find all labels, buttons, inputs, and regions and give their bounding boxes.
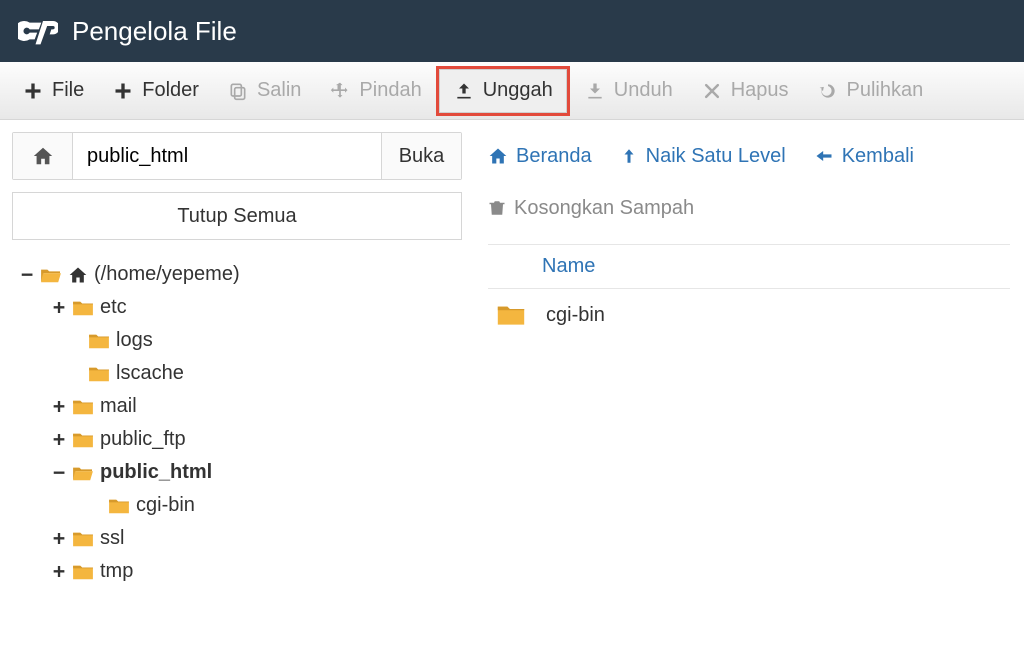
expand-icon[interactable]: +: [52, 423, 66, 456]
tree-label: ssl: [100, 522, 124, 555]
arrow-up-icon: [620, 146, 638, 166]
expand-icon[interactable]: +: [52, 390, 66, 423]
go-button[interactable]: Buka: [381, 133, 461, 179]
folder-icon: [88, 332, 110, 350]
tree-root-label: (/home/yepeme): [94, 258, 240, 291]
beranda-link[interactable]: Beranda: [488, 145, 592, 168]
download-button[interactable]: Unduh: [570, 62, 687, 120]
tree-item-public-ftp[interactable]: + public_ftp: [12, 423, 462, 456]
tree-label: cgi-bin: [136, 489, 195, 522]
toolbar: File Folder Salin Pindah Unggah Unduh: [0, 62, 1024, 120]
new-file-button[interactable]: File: [8, 62, 98, 120]
plus-icon: [22, 80, 44, 102]
close-all-button[interactable]: Tutup Semua: [12, 192, 462, 240]
tree-label: public_html: [100, 456, 212, 489]
tree-item-cgi-bin[interactable]: cgi-bin: [12, 489, 462, 522]
copy-label: Salin: [257, 79, 301, 102]
expand-icon[interactable]: +: [52, 291, 66, 324]
tree-label: etc: [100, 291, 127, 324]
delete-label: Hapus: [731, 79, 789, 102]
up-label: Naik Satu Level: [646, 145, 786, 168]
collapse-icon[interactable]: −: [20, 258, 34, 291]
tree-label: tmp: [100, 555, 133, 588]
tree-item-lscache[interactable]: lscache: [12, 357, 462, 390]
folder-icon: [72, 431, 94, 449]
collapse-icon[interactable]: −: [52, 456, 66, 489]
new-folder-button[interactable]: Folder: [98, 62, 213, 120]
tree-item-etc[interactable]: + etc: [12, 291, 462, 324]
folder-open-icon: [72, 464, 94, 482]
empty-trash-label: Kosongkan Sampah: [514, 197, 694, 220]
app-header: Pengelola File: [0, 0, 1024, 62]
copy-icon: [227, 80, 249, 102]
path-input[interactable]: [73, 133, 381, 179]
expand-icon[interactable]: +: [52, 555, 66, 588]
folder-tree: − (/home/yepeme) + etc logs: [12, 258, 462, 588]
delete-icon: [701, 80, 723, 102]
download-icon: [584, 80, 606, 102]
restore-label: Pulihkan: [847, 79, 924, 102]
folder-icon: [72, 563, 94, 581]
right-panel: Beranda Naik Satu Level Kembali Kosongka…: [474, 120, 1024, 653]
delete-button[interactable]: Hapus: [687, 62, 803, 120]
home-icon: [32, 145, 54, 167]
folder-icon: [72, 398, 94, 416]
restore-icon: [817, 80, 839, 102]
tree-label: public_ftp: [100, 423, 186, 456]
folder-icon: [72, 299, 94, 317]
folder-open-icon: [40, 266, 62, 284]
beranda-label: Beranda: [516, 145, 592, 168]
back-link[interactable]: Kembali: [814, 145, 914, 168]
file-name: cgi-bin: [546, 304, 605, 327]
folder-icon: [88, 365, 110, 383]
tree-item-public-html[interactable]: − public_html: [12, 456, 462, 489]
file-row[interactable]: cgi-bin: [488, 289, 1010, 327]
folder-icon: [496, 303, 526, 327]
right-actions-row1: Beranda Naik Satu Level Kembali: [488, 132, 1010, 180]
path-bar: Buka: [12, 132, 462, 180]
upload-button[interactable]: Unggah: [436, 66, 570, 116]
home-icon: [488, 146, 508, 166]
right-actions-row2: Kosongkan Sampah: [488, 184, 1010, 232]
folder-icon: [72, 530, 94, 548]
new-folder-label: Folder: [142, 79, 199, 102]
expand-icon[interactable]: +: [52, 522, 66, 555]
copy-button[interactable]: Salin: [213, 62, 315, 120]
upload-label: Unggah: [483, 79, 553, 102]
upload-icon: [453, 80, 475, 102]
restore-button[interactable]: Pulihkan: [803, 62, 938, 120]
tree-item-logs[interactable]: logs: [12, 324, 462, 357]
folder-icon: [108, 497, 130, 515]
tree-label: mail: [100, 390, 137, 423]
tree-label: lscache: [116, 357, 184, 390]
tree-item-tmp[interactable]: + tmp: [12, 555, 462, 588]
move-label: Pindah: [359, 79, 421, 102]
app-title: Pengelola File: [72, 16, 237, 47]
column-header-name[interactable]: Name: [488, 244, 1010, 289]
left-panel: Buka Tutup Semua − (/home/yepeme) + etc: [0, 120, 474, 653]
home-icon: [68, 265, 88, 285]
tree-item-mail[interactable]: + mail: [12, 390, 462, 423]
download-label: Unduh: [614, 79, 673, 102]
content: Buka Tutup Semua − (/home/yepeme) + etc: [0, 120, 1024, 653]
move-icon: [329, 80, 351, 102]
tree-root[interactable]: − (/home/yepeme): [12, 258, 462, 291]
plus-icon: [112, 80, 134, 102]
cpanel-logo-icon: [18, 11, 58, 51]
go-label: Buka: [399, 145, 445, 168]
empty-trash-link[interactable]: Kosongkan Sampah: [488, 197, 694, 220]
back-label: Kembali: [842, 145, 914, 168]
arrow-left-icon: [814, 146, 834, 166]
close-all-label: Tutup Semua: [177, 205, 296, 228]
name-header-label[interactable]: Name: [542, 255, 595, 277]
trash-icon: [488, 198, 506, 218]
home-button[interactable]: [13, 133, 73, 179]
tree-item-ssl[interactable]: + ssl: [12, 522, 462, 555]
tree-label: logs: [116, 324, 153, 357]
up-one-level-link[interactable]: Naik Satu Level: [620, 145, 786, 168]
move-button[interactable]: Pindah: [315, 62, 435, 120]
new-file-label: File: [52, 79, 84, 102]
